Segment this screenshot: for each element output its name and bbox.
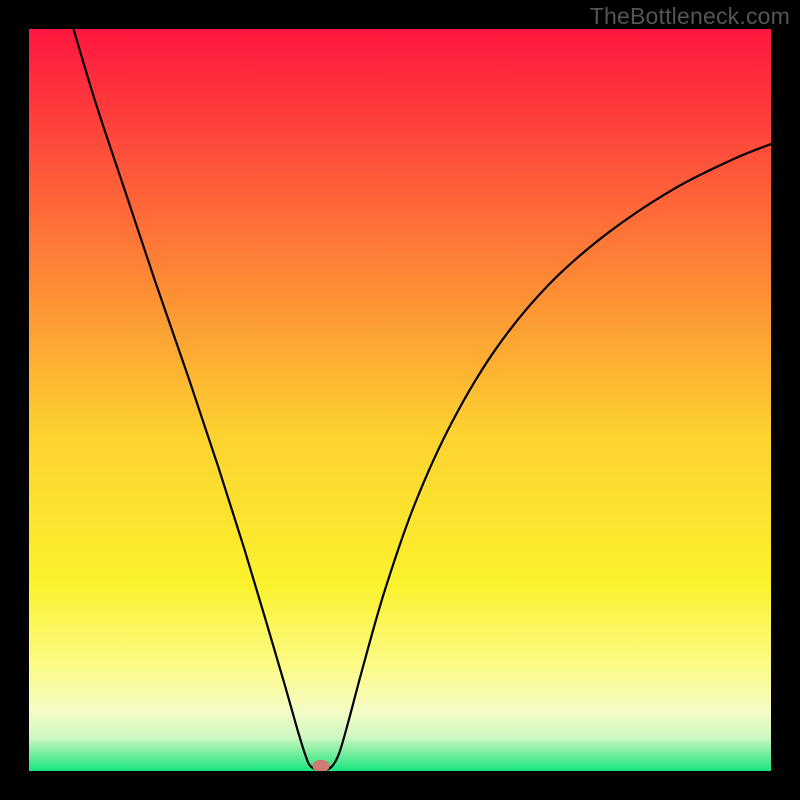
optimum-marker xyxy=(313,760,330,771)
watermark-text: TheBottleneck.com xyxy=(590,3,790,30)
plot-area xyxy=(29,29,771,771)
bottleneck-curve xyxy=(29,29,771,771)
chart-frame: TheBottleneck.com xyxy=(0,0,800,800)
